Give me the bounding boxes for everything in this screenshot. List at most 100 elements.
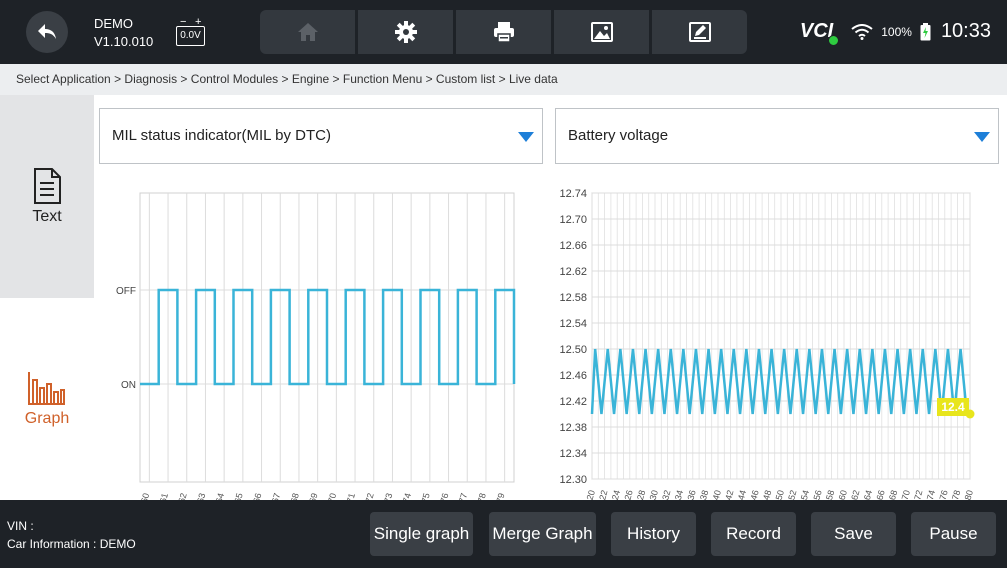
x-tick-label: 70 xyxy=(326,492,338,500)
app-version: V1.10.010 xyxy=(94,34,154,49)
x-tick-label: 58 xyxy=(824,489,836,500)
current-value-marker xyxy=(965,409,975,419)
wifi-icon xyxy=(851,23,873,40)
x-tick-label: 36 xyxy=(685,489,697,500)
right-parameter-select[interactable]: Battery voltage xyxy=(555,108,999,164)
x-tick-label: 63 xyxy=(195,492,207,500)
screenshot-button[interactable] xyxy=(554,10,649,54)
top-bar: DEMO V1.10.010 − + 0.0V VCI 100% 10:33 xyxy=(0,0,1007,64)
app-name: DEMO xyxy=(94,16,133,31)
x-tick-label: 68 xyxy=(887,489,899,500)
image-icon xyxy=(590,22,613,42)
sidebar-item-graph[interactable]: Graph xyxy=(0,298,94,500)
y-tick-label: OFF xyxy=(116,286,136,297)
x-tick-label: 66 xyxy=(874,489,886,500)
battery-voltage-series-line xyxy=(590,348,970,416)
sidebar-item-text[interactable]: Text xyxy=(0,95,94,298)
live-data-graph-panel: MIL status indicator(MIL by DTC) Battery… xyxy=(94,95,1007,500)
x-tick-label: 66 xyxy=(251,492,263,500)
x-tick-label: 80 xyxy=(963,489,975,500)
merge-graph-button[interactable]: Merge Graph xyxy=(489,512,596,556)
plot-area xyxy=(591,192,971,480)
home-button[interactable] xyxy=(260,10,355,54)
x-tick-label: 24 xyxy=(610,489,622,500)
right-parameter-value: Battery voltage xyxy=(568,127,669,144)
x-tick-label: 72 xyxy=(912,489,924,500)
single-graph-button[interactable]: Single graph xyxy=(370,512,473,556)
x-tick-label: 76 xyxy=(937,489,949,500)
sidebar-item-label: Graph xyxy=(24,410,70,427)
bottom-bar: VIN : Car Information : DEMO Single grap… xyxy=(0,500,1007,568)
x-tick-label: 70 xyxy=(900,489,912,500)
y-tick-label: ON xyxy=(121,380,136,391)
x-tick-label: 30 xyxy=(648,489,660,500)
x-tick-label: 34 xyxy=(673,489,685,500)
graph-icon xyxy=(28,372,65,405)
clock: 10:33 xyxy=(940,20,991,42)
x-tick-label: 62 xyxy=(849,489,861,500)
x-tick-label: 78 xyxy=(476,492,488,500)
x-tick-label: 50 xyxy=(774,489,786,500)
vci-status: VCI xyxy=(800,20,840,46)
x-tick-label: 77 xyxy=(457,492,469,500)
y-tick-label: 12.34 xyxy=(559,448,587,460)
y-tick-label: 12.54 xyxy=(559,318,587,330)
settings-button[interactable] xyxy=(358,10,453,54)
y-tick-label: 12.74 xyxy=(559,188,587,200)
x-tick-label: 38 xyxy=(698,489,710,500)
x-tick-label: 42 xyxy=(723,489,735,500)
x-tick-label: 75 xyxy=(420,492,432,500)
x-tick-label: 68 xyxy=(289,492,301,500)
y-tick-label: 12.50 xyxy=(559,344,587,356)
x-tick-label: 54 xyxy=(799,489,811,500)
battery-charging-icon xyxy=(920,22,931,40)
x-tick-label: 28 xyxy=(635,489,647,500)
breadcrumb: Select Application > Diagnosis > Control… xyxy=(0,64,1007,95)
home-icon xyxy=(297,23,318,41)
x-tick-label: 65 xyxy=(233,492,245,500)
x-tick-label: 64 xyxy=(214,492,226,500)
save-button[interactable]: Save xyxy=(811,512,896,556)
pause-button[interactable]: Pause xyxy=(911,512,996,556)
x-tick-label: 20 xyxy=(585,489,597,500)
x-tick-label: 32 xyxy=(660,489,672,500)
y-tick-label: 12.30 xyxy=(559,474,587,486)
gear-icon xyxy=(394,21,417,43)
x-tick-label: 69 xyxy=(307,492,319,500)
back-arrow-icon xyxy=(38,24,56,39)
back-button[interactable] xyxy=(26,11,68,53)
x-tick-label: 71 xyxy=(345,492,357,500)
x-tick-label: 60 xyxy=(837,489,849,500)
version-info: DEMO V1.10.010 xyxy=(94,15,153,51)
x-tick-label: 46 xyxy=(748,489,760,500)
toolbar xyxy=(260,10,747,54)
print-button[interactable] xyxy=(456,10,551,54)
y-tick-label: 12.62 xyxy=(559,266,587,278)
edit-button[interactable] xyxy=(652,10,747,54)
vehicle-battery-indicator: − + 0.0V xyxy=(176,16,206,48)
history-button[interactable]: History xyxy=(611,512,696,556)
sidebar-item-label: Text xyxy=(32,207,62,225)
current-value-badge xyxy=(937,398,969,416)
car-information: Car Information : DEMO xyxy=(7,537,136,551)
x-tick-label: 40 xyxy=(711,489,723,500)
dropdown-arrow-icon xyxy=(974,132,990,142)
y-tick-label: 12.46 xyxy=(559,370,587,382)
x-tick-label: 52 xyxy=(786,489,798,500)
current-value-label: 12.4 xyxy=(941,400,965,414)
x-tick-label: 72 xyxy=(363,492,375,500)
x-tick-label: 74 xyxy=(925,489,937,500)
x-tick-label: 67 xyxy=(270,492,282,500)
record-button[interactable]: Record xyxy=(711,512,796,556)
x-tick-label: 26 xyxy=(622,489,634,500)
vehicle-info: VIN : Car Information : DEMO xyxy=(7,517,136,553)
x-tick-label: 78 xyxy=(950,489,962,500)
vin-label: VIN : xyxy=(7,519,34,533)
x-tick-label: 79 xyxy=(494,492,506,500)
vci-connected-icon xyxy=(828,35,840,46)
x-tick-label: 74 xyxy=(401,492,413,500)
x-tick-label: 73 xyxy=(382,492,394,500)
x-tick-label: 64 xyxy=(862,489,874,500)
printer-icon xyxy=(493,22,514,43)
battery-percent: 100% xyxy=(881,24,912,39)
